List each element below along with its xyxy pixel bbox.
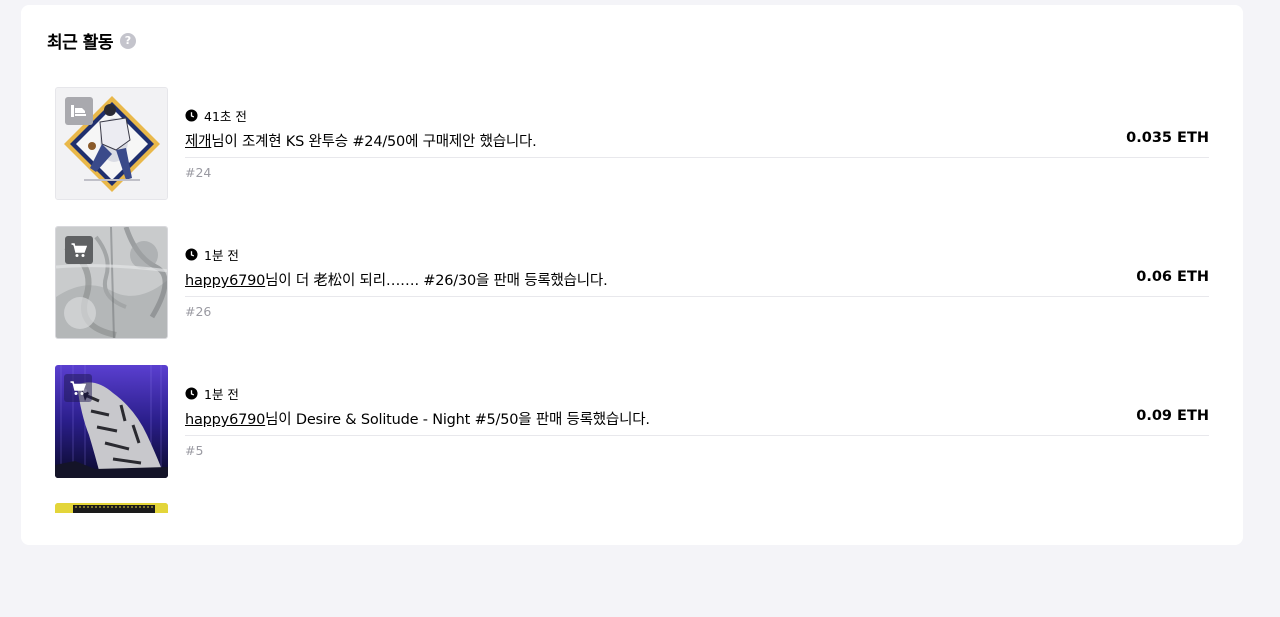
activity-price: 0.06 ETH xyxy=(1136,269,1209,285)
clock-icon xyxy=(185,109,198,122)
activity-item: 41초 전 제개님이 조계현 KS 완투승 #24/50에 구매제안 했습니다.… xyxy=(55,87,1210,201)
partial-artwork xyxy=(55,503,168,513)
nft-thumbnail[interactable] xyxy=(55,365,168,478)
activity-description: 제개님이 조계현 KS 완투승 #24/50에 구매제안 했습니다. xyxy=(185,130,537,151)
nft-thumbnail[interactable] xyxy=(55,503,168,513)
description-row: happy6790님이 Desire & Solitude - Night #5… xyxy=(185,408,1209,436)
activity-description: happy6790님이 더 老松이 되리……. #26/30을 판매 등록했습니… xyxy=(185,269,608,290)
activity-time: 41초 전 xyxy=(204,109,247,124)
listing-badge xyxy=(65,236,93,264)
activity-time: 1분 전 xyxy=(204,387,239,402)
listing-badge xyxy=(64,374,92,402)
section-header: 최근 활동 ? xyxy=(47,28,136,53)
user-link[interactable]: happy6790 xyxy=(185,273,265,289)
offer-badge xyxy=(65,97,93,125)
help-icon[interactable]: ? xyxy=(119,32,136,49)
token-number: #24 xyxy=(185,165,212,180)
action-text: 님이 조계현 KS 완투승 #24/50에 구매제안 했습니다. xyxy=(211,134,537,150)
token-number: #26 xyxy=(185,304,212,319)
time-row: 41초 전 xyxy=(185,106,247,125)
cart-icon xyxy=(70,380,86,395)
clock-icon xyxy=(185,387,198,400)
activity-description: happy6790님이 Desire & Solitude - Night #5… xyxy=(185,408,650,429)
action-text: 님이 Desire & Solitude - Night #5/50을 판매 등… xyxy=(265,412,650,428)
token-number: #5 xyxy=(185,443,204,458)
activity-price: 0.09 ETH xyxy=(1136,408,1209,424)
activity-item xyxy=(55,503,1210,617)
nft-thumbnail[interactable] xyxy=(55,87,168,200)
offer-icon xyxy=(71,105,86,117)
clock-icon xyxy=(185,248,198,261)
activity-price: 0.035 ETH xyxy=(1126,130,1209,146)
user-link[interactable]: 제개 xyxy=(185,134,211,150)
action-text: 님이 더 老松이 되리……. #26/30을 판매 등록했습니다. xyxy=(265,273,608,289)
recent-activity-card: 최근 활동 ? 41초 전 제개님이 조계현 KS 완투승 #24/50에 구매… xyxy=(21,5,1243,545)
activity-item: 1분 전 happy6790님이 Desire & Solitude - Nig… xyxy=(55,365,1210,479)
activity-time: 1분 전 xyxy=(204,248,239,263)
time-row: 1분 전 xyxy=(185,384,239,403)
description-row: happy6790님이 더 老松이 되리……. #26/30을 판매 등록했습니… xyxy=(185,269,1209,297)
user-link[interactable]: happy6790 xyxy=(185,412,265,428)
section-title: 최근 활동 xyxy=(47,33,113,53)
activity-item: 1분 전 happy6790님이 더 老松이 되리……. #26/30을 판매 … xyxy=(55,226,1210,340)
description-row: 제개님이 조계현 KS 완투승 #24/50에 구매제안 했습니다. 0.035… xyxy=(185,130,1209,158)
time-row: 1분 전 xyxy=(185,245,239,264)
nft-thumbnail[interactable] xyxy=(55,226,168,339)
cart-icon xyxy=(71,242,87,257)
